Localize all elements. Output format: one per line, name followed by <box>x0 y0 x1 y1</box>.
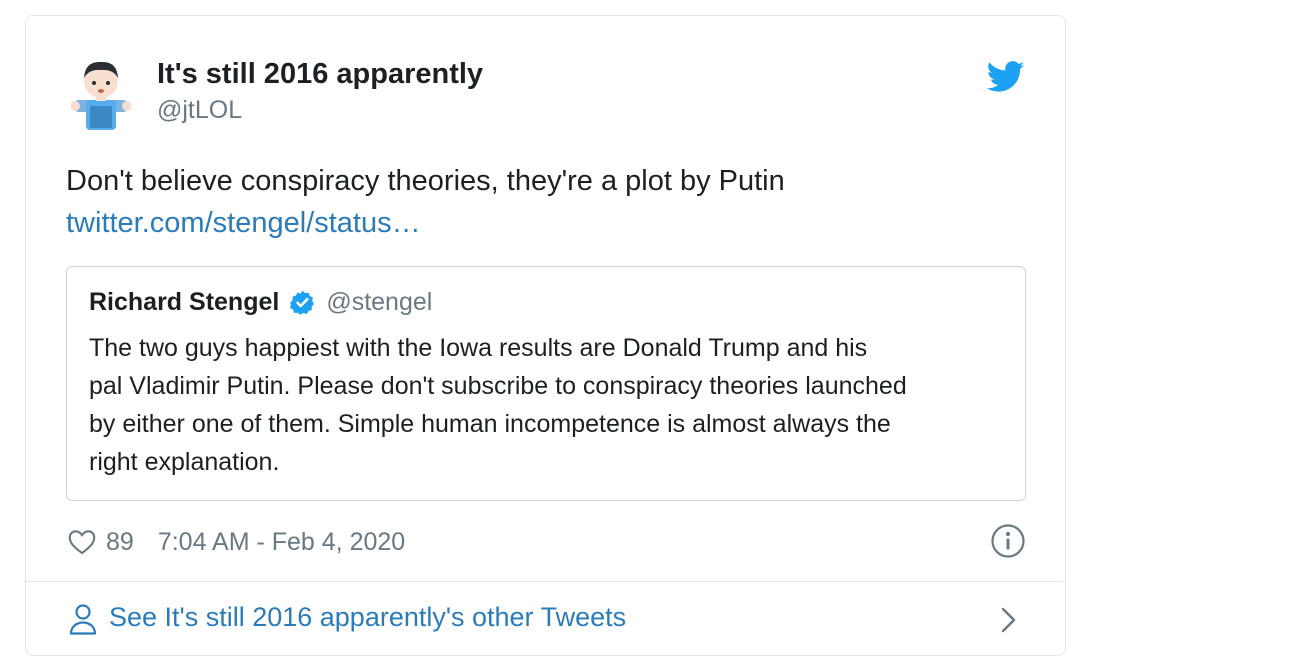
author-handle[interactable]: @jtLOL <box>157 96 242 125</box>
quoted-author-handle: @stengel <box>326 288 433 316</box>
twitter-bird-icon[interactable] <box>987 61 1025 93</box>
quoted-tweet-line: The two guys happiest with the Iowa resu… <box>89 334 868 362</box>
quoted-tweet[interactable]: Richard Stengel @stengel The two guys ha… <box>66 266 1026 501</box>
tweet-text: Don't believe conspiracy theories, they'… <box>66 165 785 197</box>
see-other-tweets-link[interactable]: See It's still 2016 apparently's other T… <box>26 582 1065 655</box>
info-icon[interactable] <box>990 523 1026 559</box>
timestamp[interactable]: 7:04 AM - Feb 4, 2020 <box>158 528 405 557</box>
see-other-tweets-label[interactable]: See It's still 2016 apparently's other T… <box>109 602 626 633</box>
tweet-meta: 89 7:04 AM - Feb 4, 2020 <box>68 524 405 560</box>
avatar[interactable] <box>71 56 131 130</box>
author-name[interactable]: It's still 2016 apparently <box>157 58 483 91</box>
heart-icon[interactable] <box>68 529 96 555</box>
quoted-tweet-header: Richard Stengel @stengel <box>89 288 432 317</box>
embedded-tweet-card: It's still 2016 apparently @jtLOL Don't … <box>25 15 1066 656</box>
quoted-tweet-text: The two guys happiest with the Iowa resu… <box>89 329 1019 481</box>
like-count[interactable]: 89 <box>106 528 134 557</box>
chevron-right-icon[interactable] <box>1000 606 1018 634</box>
verified-badge-icon <box>290 290 315 315</box>
quoted-tweet-line: right explanation. <box>89 448 280 476</box>
quoted-tweet-line: by either one of them. Simple human inco… <box>89 410 891 438</box>
quoted-tweet-line: pal Vladimir Putin. Please don't subscri… <box>89 372 907 400</box>
tweet-link[interactable]: twitter.com/stengel/status… <box>66 202 421 244</box>
quoted-author-name: Richard Stengel <box>89 288 280 316</box>
person-icon <box>69 604 97 635</box>
